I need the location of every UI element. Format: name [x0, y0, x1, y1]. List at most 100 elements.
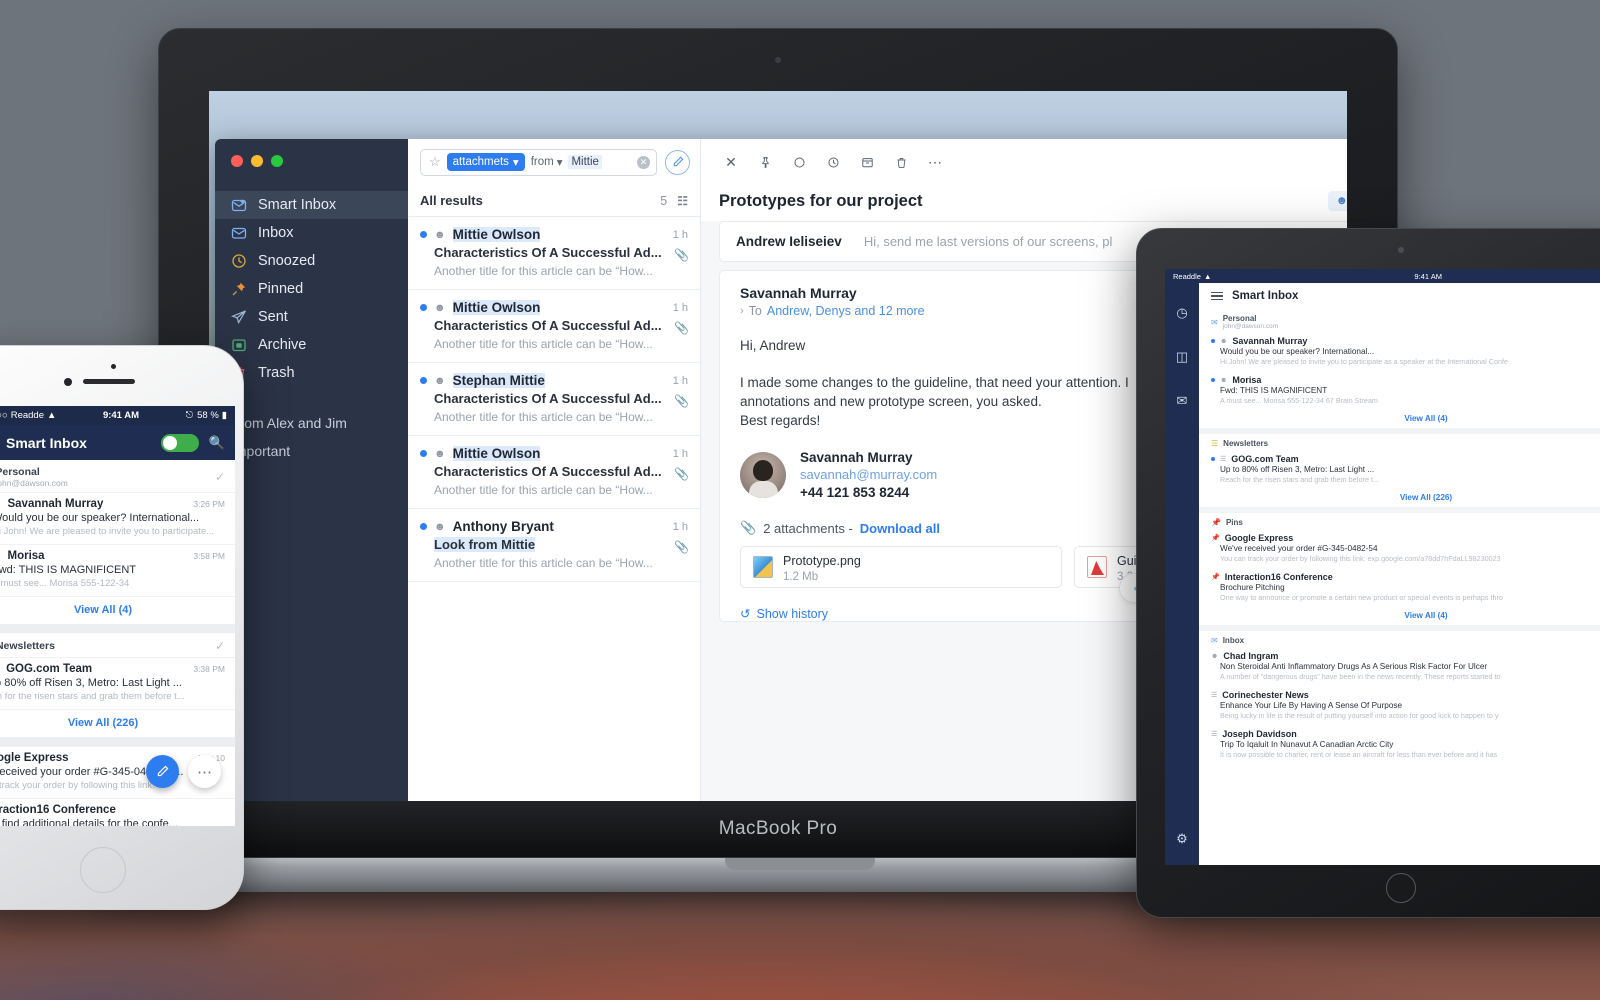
- list-item[interactable]: ☻ Mittie Owlson 1 h Characteristics Of A…: [408, 290, 700, 363]
- attachment-clip-icon: 📎: [740, 520, 757, 535]
- group-subtitle: john@dawson.com: [1222, 323, 1279, 330]
- sidebar-item-pinned[interactable]: Pinned: [215, 275, 408, 303]
- iphone-sensor-icon: [64, 378, 72, 386]
- inbox-rail-icon[interactable]: ✉: [1177, 393, 1188, 409]
- search-input[interactable]: ☆ attachmets ▾ from ▾ Mittie ✕: [420, 148, 657, 176]
- settings-rail-icon[interactable]: ⚙: [1176, 831, 1188, 847]
- message-preview: One way to announce or promote a certain…: [1220, 593, 1503, 602]
- list-item[interactable]: ☻ Morisa 3:58 PM Fwd: THIS IS MAGNIFICEN…: [0, 544, 235, 596]
- chevron-right-icon[interactable]: ›: [740, 305, 744, 317]
- pin-icon[interactable]: [751, 148, 779, 176]
- message-preview: Another title for this article can be “H…: [434, 337, 653, 351]
- minimize-window-button[interactable]: [251, 155, 263, 167]
- list-item[interactable]: ☻ Morisa Fwd: THIS IS MAGNIFICENT A must…: [1199, 371, 1600, 410]
- message-subject: Enhance Your Life By Having A Sense Of P…: [1220, 701, 1403, 710]
- ipad-content: Smart Inbox ✉ Personal john@dawson.com ☻…: [1199, 283, 1600, 865]
- smart-toggle[interactable]: [160, 433, 199, 452]
- status-carrier: Readde: [10, 410, 44, 421]
- message-preview: Reach for the risen stars and grab them …: [1220, 475, 1380, 484]
- message-sender: Morisa: [1232, 375, 1262, 385]
- close-window-button[interactable]: [231, 155, 243, 167]
- newsletter-icon: ☰: [1211, 731, 1218, 738]
- snooze-clock-icon[interactable]: [819, 148, 847, 176]
- sort-icon[interactable]: ☷: [677, 194, 688, 208]
- check-circle-icon[interactable]: ✓: [215, 639, 225, 653]
- message-sender: GOG.com Team: [6, 663, 93, 675]
- sidebar-item-label: Smart Inbox: [258, 197, 337, 213]
- list-item[interactable]: ☻ Mittie Owlson 1 h Characteristics Of A…: [408, 436, 700, 509]
- sidebar-item-sent[interactable]: Sent: [215, 303, 408, 331]
- list-item[interactable]: ☻ Stephan Mittie 1 h Characteristics Of …: [408, 363, 700, 436]
- list-item[interactable]: nteraction16 Conference ase find additio…: [0, 798, 235, 826]
- compose-pencil-icon[interactable]: [146, 755, 179, 788]
- archive-rail-icon[interactable]: ◫: [1176, 349, 1188, 365]
- list-item[interactable]: ☻ Chad Ingram Non Steroidal Anti Inflamm…: [1199, 647, 1600, 686]
- pdf-file-icon: [1087, 556, 1107, 578]
- download-all-link[interactable]: Download all: [860, 521, 940, 536]
- list-item[interactable]: 📌 Interaction16 Conference Brochure Pitc…: [1199, 568, 1600, 607]
- view-all-link[interactable]: View All (226): [1199, 489, 1600, 507]
- group-title: Newsletters: [0, 640, 55, 652]
- ipad-rail: ◷ ◫ ✉ ⚙: [1165, 283, 1199, 865]
- view-all-link[interactable]: View All (4): [1199, 607, 1600, 625]
- iphone-screen: ●●●○○ Readde ▲ 9:41 AM ⎋ 58 % ▮ Smart In…: [0, 406, 235, 826]
- message-subject: Up to 80% off Risen 3, Metro: Last Light…: [1220, 465, 1375, 474]
- search-token-attachments[interactable]: attachmets ▾: [446, 153, 525, 171]
- person-icon: ☻: [0, 499, 1, 509]
- star-icon[interactable]: ☆: [429, 154, 441, 170]
- attachment-size: 1.2 Mb: [783, 570, 819, 583]
- sidebar-item-smart-inbox[interactable]: Smart Inbox: [215, 191, 408, 219]
- recipients-prefix: To: [748, 304, 762, 318]
- list-item[interactable]: ☰ Corinechester News Enhance Your Life B…: [1199, 686, 1600, 725]
- account-badge[interactable]: ☻ Personal ▾: [1327, 191, 1347, 211]
- message-preview: Another title for this article can be “H…: [434, 556, 653, 570]
- zoom-window-button[interactable]: [271, 155, 283, 167]
- sidebar-item-inbox[interactable]: Inbox: [215, 219, 408, 247]
- search-field-from[interactable]: from ▾: [531, 155, 563, 169]
- list-item[interactable]: 📌 Google Express We've received your ord…: [1199, 529, 1600, 568]
- list-item[interactable]: ☰ GOG.com Team 3:38 PM to 80% off Risen …: [0, 657, 235, 709]
- group-subtitle: john@dawson.com: [0, 478, 68, 488]
- row-header: ☰ GOG.com Team 3:38 PM: [0, 663, 225, 675]
- sidebar-item-label: Snoozed: [258, 253, 316, 269]
- row-header: ☻ Savannah Murray: [1211, 336, 1600, 346]
- snoozed-rail-icon[interactable]: ◷: [1176, 305, 1187, 321]
- iphone-home-button[interactable]: [80, 847, 126, 893]
- view-all-link[interactable]: View All (4): [0, 596, 235, 624]
- list-item[interactable]: ☰ Joseph Davidson Trip To Iqaluit In Nun…: [1199, 725, 1600, 764]
- iphone-speaker-grille: [83, 379, 135, 384]
- clear-circle-icon[interactable]: ✕: [637, 155, 650, 169]
- ipad-home-button[interactable]: [1386, 873, 1416, 903]
- search-query-value[interactable]: Mittie: [568, 155, 602, 169]
- view-all-link[interactable]: View All (4): [1199, 410, 1600, 428]
- list-item[interactable]: ☰ GOG.com Team Up to 80% off Risen 3, Me…: [1199, 450, 1600, 489]
- message-sender: Google Express: [1224, 533, 1294, 543]
- attachment-item[interactable]: Prototype.png 1.2 Mb: [740, 546, 1062, 588]
- newsletter-icon: ☰: [1220, 456, 1227, 463]
- message-sender: Mittie Owlson: [452, 300, 541, 315]
- compose-pencil-icon[interactable]: [665, 149, 690, 175]
- recipients-link[interactable]: Andrew, Denys and 12 more: [767, 304, 925, 318]
- message-subject: Would you be our speaker? International.…: [1220, 347, 1375, 356]
- signature-email[interactable]: savannah@murray.com: [800, 467, 937, 482]
- list-item[interactable]: ☻ Savannah Murray 3:26 PM Would you be o…: [0, 492, 235, 544]
- list-item[interactable]: ☻ Mittie Owlson 1 h Characteristics Of A…: [408, 217, 700, 290]
- message-preview: A must see... Morisa 555-122-34: [0, 578, 130, 589]
- view-all-link[interactable]: View All (226): [0, 709, 235, 737]
- list-item[interactable]: ☻ Anthony Bryant 1 h Look from Mittie An…: [408, 509, 700, 582]
- check-circle-icon[interactable]: ✓: [215, 470, 225, 484]
- window-traffic-lights[interactable]: [215, 139, 408, 167]
- hamburger-menu-icon[interactable]: [1211, 291, 1223, 301]
- search-icon[interactable]: 🔍: [209, 435, 225, 451]
- list-item[interactable]: ☻ Savannah Murray Would you be our speak…: [1199, 332, 1600, 371]
- close-icon[interactable]: ✕: [717, 148, 745, 176]
- sidebar-item-snoozed[interactable]: Snoozed: [215, 247, 408, 275]
- newsletter-icon: ☰: [1211, 439, 1219, 448]
- message-sender: Savannah Murray: [1232, 336, 1308, 346]
- trash-icon[interactable]: [887, 148, 915, 176]
- archive-icon[interactable]: [853, 148, 881, 176]
- more-options-icon[interactable]: ⋯: [921, 148, 949, 176]
- mark-unread-circle-icon[interactable]: [785, 148, 813, 176]
- more-dots-icon[interactable]: ⋯: [188, 755, 221, 788]
- message-preview: You can track your order by following th…: [1220, 554, 1501, 563]
